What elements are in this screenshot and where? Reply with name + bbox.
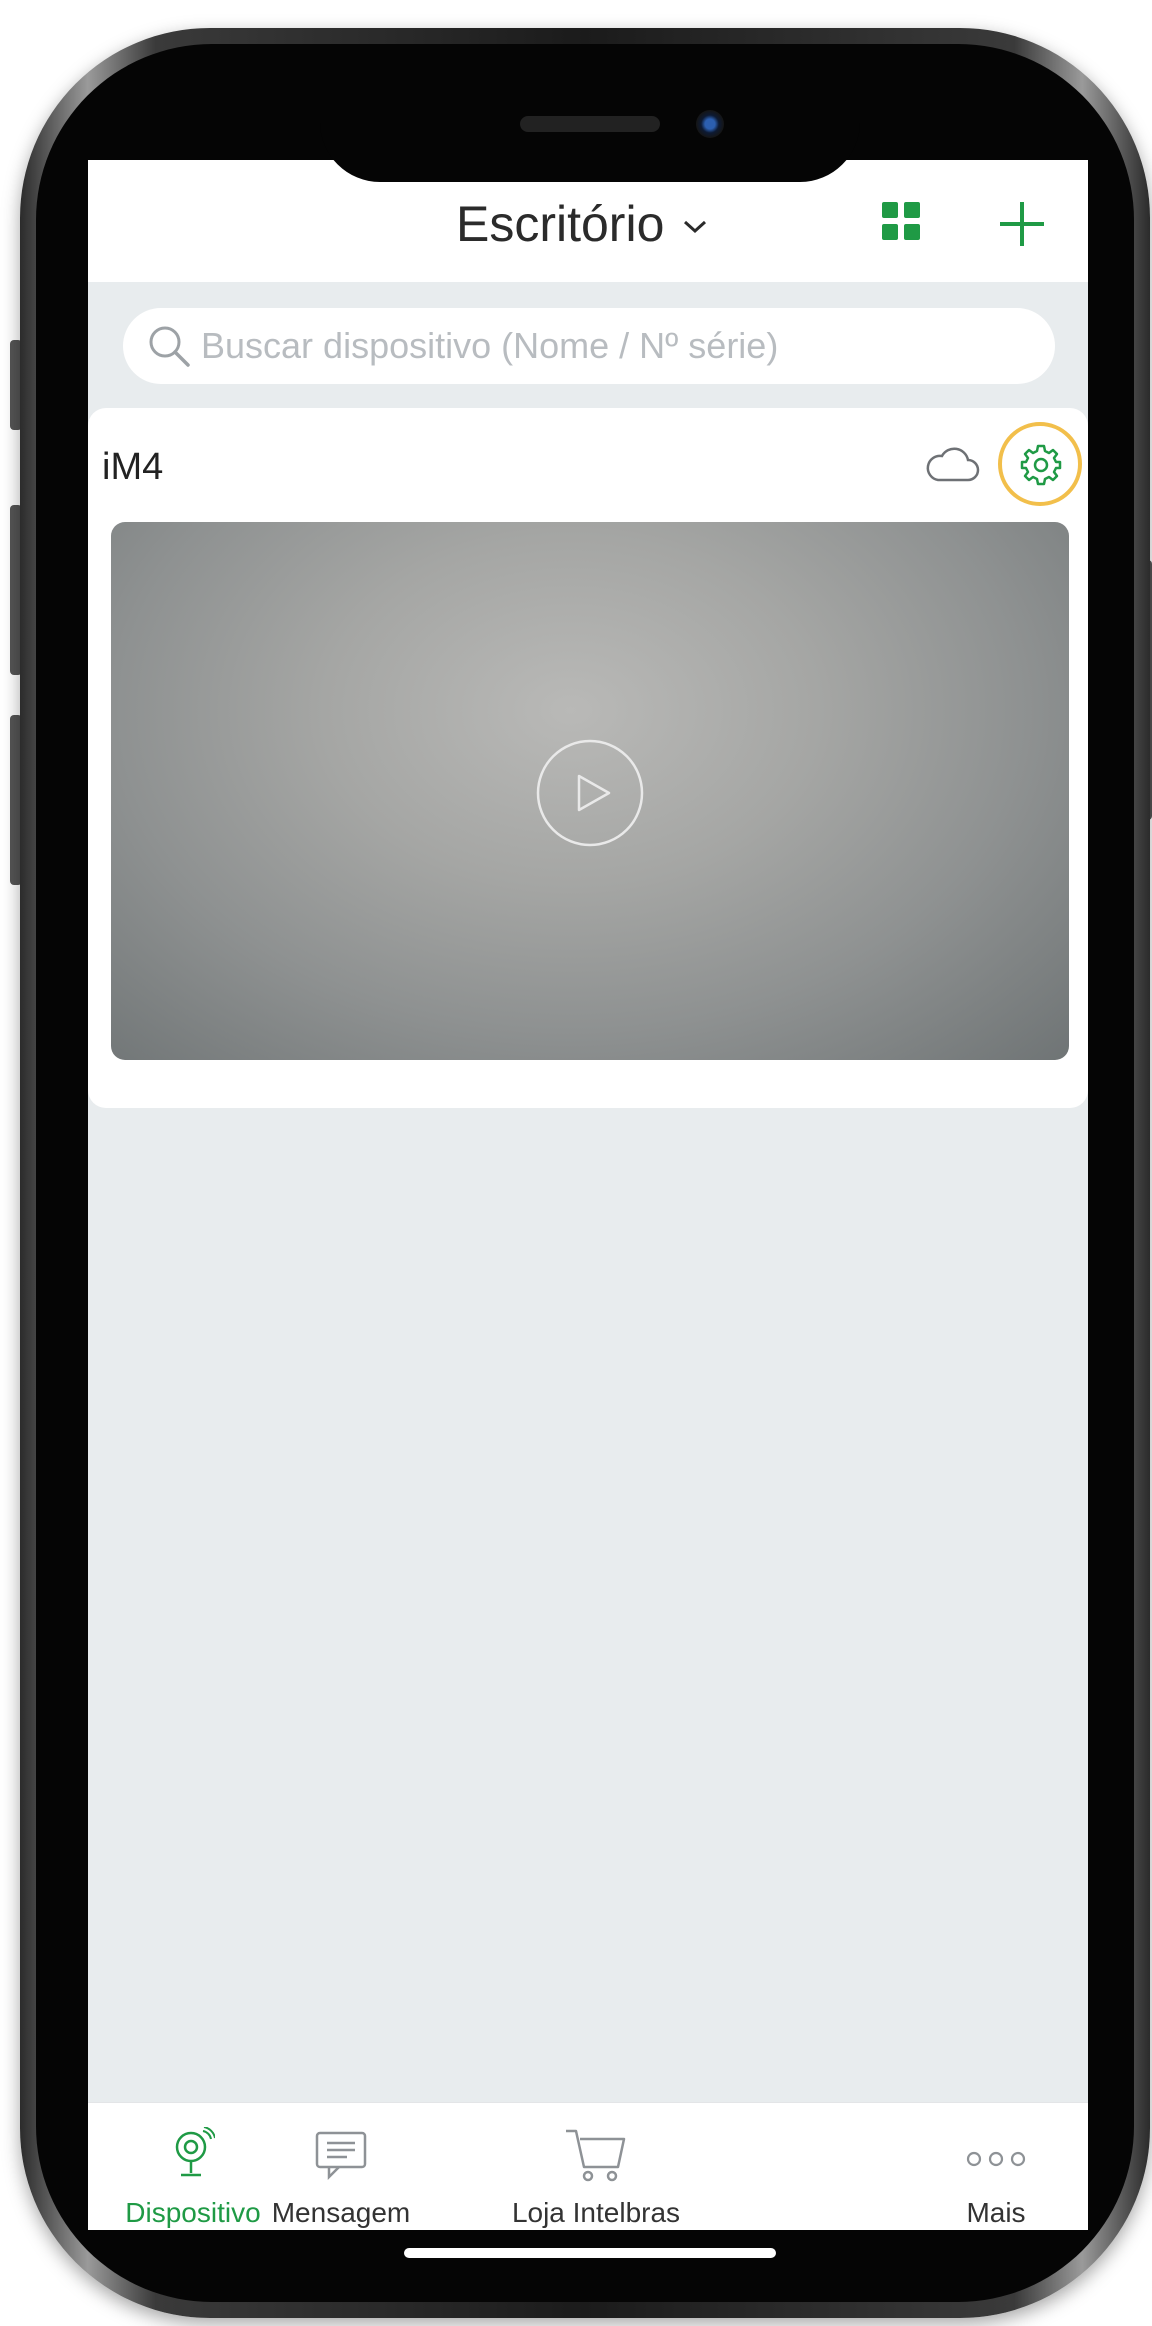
tab-dispositivo[interactable]: Dispositivo	[118, 2103, 268, 2230]
tab-mais[interactable]: Mais	[936, 2103, 1056, 2230]
plus-icon[interactable]	[998, 200, 1046, 248]
cart-icon	[566, 2129, 626, 2182]
location-selector[interactable]: Escritório	[456, 192, 708, 256]
cloud-icon[interactable]	[924, 444, 980, 486]
front-camera	[696, 110, 724, 138]
search-placeholder: Buscar dispositivo (Nome / Nº série)	[201, 325, 779, 366]
play-icon[interactable]	[535, 738, 645, 848]
search-input[interactable]: Buscar dispositivo (Nome / Nº série)	[123, 308, 1055, 384]
tab-loja-intelbras[interactable]: Loja Intelbras	[496, 2103, 696, 2230]
home-indicator[interactable]	[404, 2248, 776, 2258]
camera-preview[interactable]	[111, 522, 1069, 1060]
tab-label: Mensagem	[271, 2197, 411, 2228]
camera-icon	[175, 2127, 215, 2177]
search-icon	[149, 326, 190, 367]
device-card: iM4	[88, 408, 1088, 1108]
more-icon	[966, 2151, 1026, 2167]
device-name: iM4	[102, 446, 164, 488]
bottom-tab-bar: Dispositivo Mensagem Loja Intelbras Mais	[88, 2102, 1088, 2230]
tab-label: Mais	[966, 2197, 1026, 2228]
tab-mensagem[interactable]: Mensagem	[266, 2103, 416, 2230]
page-title: Escritório	[456, 196, 665, 252]
speaker-grille	[520, 116, 660, 132]
message-icon	[315, 2131, 367, 2181]
grid-icon[interactable]	[882, 202, 920, 240]
gear-icon[interactable]	[1020, 444, 1062, 486]
tab-label: Dispositivo	[125, 2197, 261, 2228]
tab-label: Loja Intelbras	[511, 2197, 681, 2228]
app-screen: Escritório Buscar dispositivo (Nome / Nº…	[88, 160, 1088, 2230]
chevron-down-icon	[684, 220, 707, 234]
